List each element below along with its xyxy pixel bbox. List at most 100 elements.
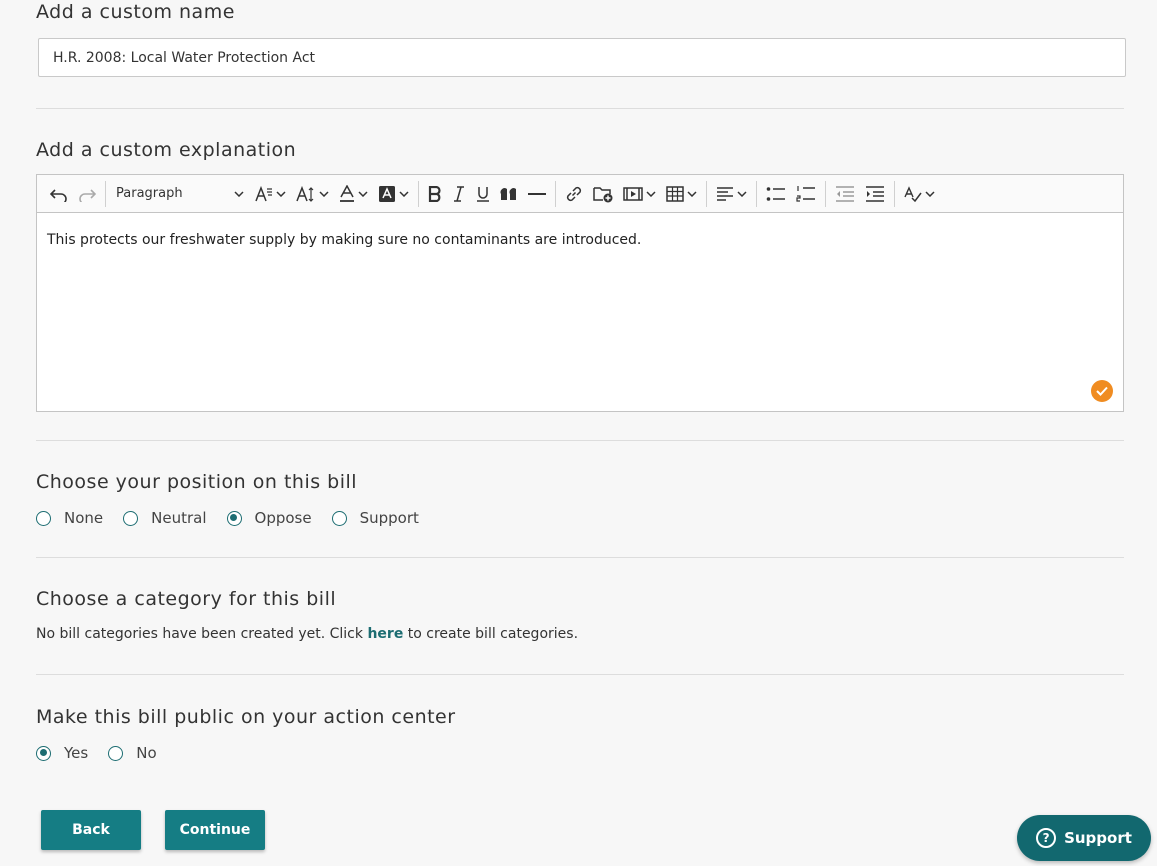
chevron-down-icon bbox=[687, 190, 697, 197]
insert-media-button[interactable] bbox=[588, 179, 618, 209]
editor-toolbar: Paragraph bbox=[37, 175, 1123, 213]
underline-icon bbox=[477, 186, 489, 202]
redo-button[interactable] bbox=[73, 179, 101, 209]
divider bbox=[36, 440, 1124, 441]
create-categories-link[interactable]: here bbox=[367, 626, 403, 642]
toolbar-separator bbox=[418, 180, 419, 207]
position-option-oppose[interactable]: Oppose bbox=[226, 509, 312, 527]
toolbar-separator bbox=[756, 180, 757, 207]
blockquote-button[interactable] bbox=[495, 179, 523, 209]
toolbar-separator bbox=[706, 180, 707, 207]
undo-button[interactable] bbox=[45, 179, 73, 209]
chevron-down-icon bbox=[925, 190, 935, 197]
chevron-down-icon bbox=[646, 190, 656, 197]
position-option-neutral[interactable]: Neutral bbox=[123, 509, 207, 527]
horizontal-line-icon bbox=[528, 192, 546, 195]
public-title: Make this bill public on your action cen… bbox=[36, 706, 456, 728]
bullet-list-icon bbox=[766, 186, 785, 201]
quote-icon bbox=[500, 187, 516, 200]
radio-label: Yes bbox=[64, 744, 89, 762]
align-left-icon bbox=[717, 186, 733, 201]
editor-content[interactable]: This protects our freshwater supply by m… bbox=[37, 213, 1123, 267]
support-label: Support bbox=[1064, 829, 1132, 847]
back-button[interactable]: Back bbox=[41, 810, 141, 850]
numbered-list-icon bbox=[796, 185, 815, 202]
custom-explanation-title: Add a custom explanation bbox=[36, 139, 297, 161]
chevron-down-icon bbox=[358, 190, 368, 197]
table-dropdown[interactable] bbox=[661, 179, 702, 209]
underline-button[interactable] bbox=[471, 179, 495, 209]
bold-icon bbox=[428, 185, 441, 202]
radio-label: None bbox=[64, 509, 104, 527]
support-widget-button[interactable]: ? Support bbox=[1017, 815, 1151, 861]
indent-button[interactable] bbox=[860, 179, 890, 209]
category-title: Choose a category for this bill bbox=[36, 588, 337, 610]
radio-label: No bbox=[136, 744, 157, 762]
font-size-icon bbox=[255, 185, 272, 201]
outdent-icon bbox=[836, 185, 854, 202]
table-icon bbox=[666, 185, 684, 202]
position-option-support[interactable]: Support bbox=[331, 509, 419, 527]
chevron-down-icon bbox=[319, 190, 329, 197]
public-option-yes[interactable]: Yes bbox=[36, 744, 88, 762]
chevron-down-icon bbox=[399, 190, 409, 197]
radio-button[interactable] bbox=[123, 510, 139, 526]
category-text-after: to create bill categories. bbox=[403, 626, 579, 642]
font-size-dropdown[interactable] bbox=[250, 179, 291, 209]
video-dropdown[interactable] bbox=[618, 179, 661, 209]
undo-icon bbox=[50, 188, 67, 202]
toolbar-separator bbox=[105, 180, 106, 207]
custom-name-input[interactable] bbox=[38, 38, 1126, 77]
radio-button[interactable] bbox=[36, 510, 51, 526]
font-color-icon bbox=[340, 184, 354, 202]
align-dropdown[interactable] bbox=[711, 179, 752, 209]
divider bbox=[36, 108, 1124, 109]
toolbar-separator bbox=[894, 180, 895, 207]
numbered-list-button[interactable] bbox=[791, 179, 821, 209]
bullet-list-button[interactable] bbox=[761, 179, 791, 209]
radio-button[interactable] bbox=[108, 745, 124, 761]
spellcheck-dropdown[interactable] bbox=[899, 179, 940, 209]
public-option-no[interactable]: No bbox=[108, 744, 157, 762]
check-circle-icon bbox=[1091, 380, 1113, 402]
category-text-before: No bill categories have been created yet… bbox=[36, 626, 368, 642]
font-family-dropdown[interactable] bbox=[291, 179, 334, 209]
link-button[interactable] bbox=[560, 179, 588, 209]
paragraph-dropdown[interactable]: Paragraph bbox=[110, 179, 250, 209]
font-family-icon bbox=[296, 185, 314, 202]
divider bbox=[36, 674, 1124, 675]
font-color-dropdown[interactable] bbox=[334, 179, 373, 209]
italic-button[interactable] bbox=[447, 179, 471, 209]
position-option-none[interactable]: None bbox=[36, 509, 103, 527]
chevron-down-icon bbox=[737, 190, 747, 197]
italic-icon bbox=[454, 185, 464, 202]
toolbar-separator bbox=[825, 180, 826, 207]
background-color-icon bbox=[379, 185, 395, 202]
redo-icon bbox=[79, 188, 96, 202]
horizontal-line-button[interactable] bbox=[523, 179, 551, 209]
radio-label: Support bbox=[359, 509, 419, 527]
chevron-down-icon bbox=[234, 190, 244, 197]
question-icon: ? bbox=[1036, 828, 1057, 848]
radio-button[interactable] bbox=[331, 510, 347, 526]
position-radio-group: None Neutral Oppose Support bbox=[36, 509, 439, 527]
spellcheck-icon bbox=[904, 185, 922, 202]
radio-button[interactable] bbox=[226, 510, 242, 526]
custom-name-title: Add a custom name bbox=[36, 1, 235, 23]
outdent-button[interactable] bbox=[830, 179, 860, 209]
radio-label: Neutral bbox=[151, 509, 207, 527]
folder-add-icon bbox=[593, 186, 613, 202]
background-color-dropdown[interactable] bbox=[373, 179, 414, 209]
bold-button[interactable] bbox=[423, 179, 447, 209]
rich-text-editor: Paragraph This protects our freshwater s… bbox=[36, 174, 1124, 412]
toolbar-separator bbox=[555, 180, 556, 207]
radio-label: Oppose bbox=[254, 509, 312, 527]
paragraph-label: Paragraph bbox=[116, 186, 183, 201]
divider bbox=[36, 557, 1124, 558]
continue-button[interactable]: Continue bbox=[165, 810, 265, 850]
indent-icon bbox=[866, 185, 884, 202]
video-icon bbox=[623, 186, 643, 201]
public-radio-group: Yes No bbox=[36, 744, 177, 762]
category-message: No bill categories have been created yet… bbox=[36, 626, 578, 642]
radio-button[interactable] bbox=[36, 745, 51, 761]
